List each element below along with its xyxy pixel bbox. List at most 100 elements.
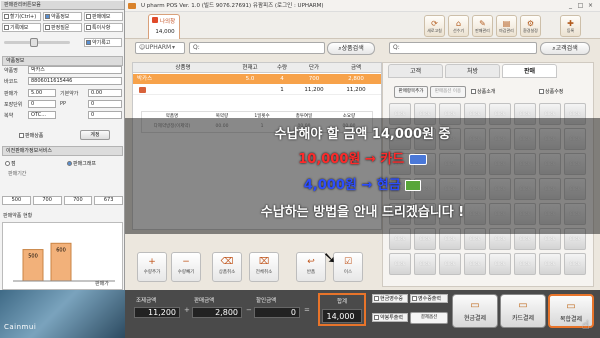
close-button[interactable]: × [586,2,595,10]
quick-button[interactable]: Click [539,253,561,275]
total-value: 11,200 [134,307,180,318]
option-checkbox[interactable]: 판매메모 [84,12,123,21]
plus-icon: + [184,306,190,314]
detail-button[interactable]: 계정 [80,130,110,140]
row-stock: 5.0 [245,76,255,82]
row-name: 박카스 [137,76,153,82]
quick-button[interactable]: Click [489,253,511,275]
drug-info-section: 약품정보 [2,56,123,66]
category-select[interactable]: OTC... [28,111,56,119]
column-header: 상품명 [175,65,191,71]
cash-payment-button[interactable]: ▭ 현금결제 [452,294,498,328]
product-search-button[interactable]: ⌕상품검색 [327,42,375,55]
tab-customer[interactable]: 고객 [388,64,443,78]
refresh-button[interactable]: ⟳ 새로고침 [424,15,445,37]
gear-icon: ⚙ [526,19,535,28]
quick-button[interactable]: Click [564,253,586,275]
pp-field[interactable]: 0 [88,100,122,108]
settings-button[interactable]: ⚙ 환경설정 [520,15,541,37]
subtract-quantity-button[interactable]: − 수량빼기 [171,252,201,282]
quick-button[interactable]: Click [414,253,436,275]
checkbox-icon [539,89,544,94]
radio-icon [5,161,10,166]
radio-icon [67,161,72,166]
radio-option[interactable]: 판매그래프 [66,159,112,168]
row-qty: 1 [280,87,284,93]
cursor-hand-icon: ☝ [582,318,590,332]
home-button[interactable]: ⌂ 선수기 [448,15,469,37]
return-button[interactable]: ↩ 반품 [296,252,326,282]
field-label: 복약 [4,113,14,119]
option-checkbox[interactable]: 기록메모 [2,23,41,32]
customer-search-button[interactable]: ⌕고객검색 [540,42,590,55]
chart-title: 판매약품 현황 [3,213,33,219]
detail-checkbox[interactable]: 판매상품 [18,131,52,140]
drug-name-field[interactable]: 박카스 [28,66,122,74]
card-payment-button[interactable]: ▭ 카드결제 [500,294,546,328]
option-checkbox[interactable]: 약품정보 [43,12,82,21]
chart-bar-label: 500 [28,254,38,260]
option-checkbox[interactable]: 판정질문 [43,23,82,32]
home-icon: ⌂ [455,19,462,28]
add-sales-item-button[interactable]: 판매항목추가 [394,86,428,98]
total-value: 2,800 [192,307,242,318]
sales-manage-button[interactable]: ✎ 판매관리 [472,15,493,37]
checkbox-icon [412,296,417,301]
tab-sales[interactable]: 판매 [502,64,557,78]
check-icon: ☑ [343,257,353,267]
card-icon [408,154,427,165]
cash-receipt-checkbox[interactable]: 현금영수증 [372,294,408,303]
tab-prescription[interactable]: 처방 [445,64,500,78]
register-button[interactable]: ✚ 등록 [560,15,581,37]
font-size-slider[interactable] [4,38,70,47]
std-price-field[interactable]: 0.00 [88,89,122,97]
quick-button[interactable]: Click [514,253,536,275]
closing-button[interactable]: ▤ 마감관리 [496,15,517,37]
option-checkbox-grid: 할기(Ctrl+) 약품정보 판매메모 기록메모 판정질문 특이사항 [2,12,123,32]
option-checkbox[interactable]: 할기(Ctrl+) [2,12,41,21]
cancel-item-button[interactable]: ⌫ 상품취소 [212,252,242,282]
plus-icon: + [148,257,156,267]
product-search-input[interactable]: Q: [189,42,325,54]
option-checkbox[interactable]: 약기록고 [84,38,122,47]
minus-icon: − [246,306,252,314]
extra-button[interactable]: ☑ 이스 [333,252,363,282]
checkbox-icon [19,133,24,138]
product-edit-checkbox[interactable]: 상품수정 [538,87,574,96]
customer-select[interactable]: ☺UPHARM [135,42,185,54]
add-quantity-button[interactable]: + 수량추가 [137,252,167,282]
payment-options-button[interactable]: 결제옵션 [410,312,448,324]
overlay-line-2: 10,000원 → 카드 [125,151,600,169]
extra-field[interactable]: 0 [88,111,122,119]
overlay-line-1: 수납해야 할 금액 14,000원 중 [274,127,451,142]
plus-icon: ✚ [567,19,574,28]
tab-my-window[interactable]: 나의창 14,000 [148,14,180,39]
customer-search-input[interactable]: Q: [389,42,537,54]
price-field[interactable]: 5.00 [28,89,56,97]
quick-button[interactable]: Click [464,253,486,275]
option-checkbox[interactable]: 특이사항 [84,23,123,32]
sales-option-button[interactable]: 판매옵션 이용 [430,86,466,98]
app-icon [128,3,136,9]
unit-field[interactable]: 0 [28,100,56,108]
tab-label: 나의창 [160,19,176,25]
slider-handle[interactable] [30,38,38,47]
total-box: 할인금액 0 [254,296,300,323]
quick-button[interactable]: Click [439,253,461,275]
chevron-down-icon: ▾ [172,44,176,51]
barcode-field[interactable]: 8806011615446 [28,77,122,85]
checkbox-icon [374,296,379,301]
mini-value: 673 [94,196,123,205]
column-header: 단가 [308,65,320,71]
minimize-button[interactable]: _ [566,2,575,10]
product-intro-checkbox[interactable]: 상품소개 [470,87,502,96]
quick-button[interactable]: Click [389,253,411,275]
radio-option[interactable]: 점 [4,159,24,168]
maximize-button[interactable]: □ [576,2,585,10]
left-panel: 판매관리버튼모음 할기(Ctrl+) 약품정보 판매메모 기록메모 판정질문 특… [0,0,125,338]
checkbox-icon [45,25,50,30]
cancel-all-button[interactable]: ⌧ 전체취소 [249,252,279,282]
tab-icon [152,17,158,23]
print-receipt-checkbox[interactable]: 영수증출력 [410,294,448,303]
print-bag-checkbox[interactable]: 약봉투출력 [372,313,408,322]
